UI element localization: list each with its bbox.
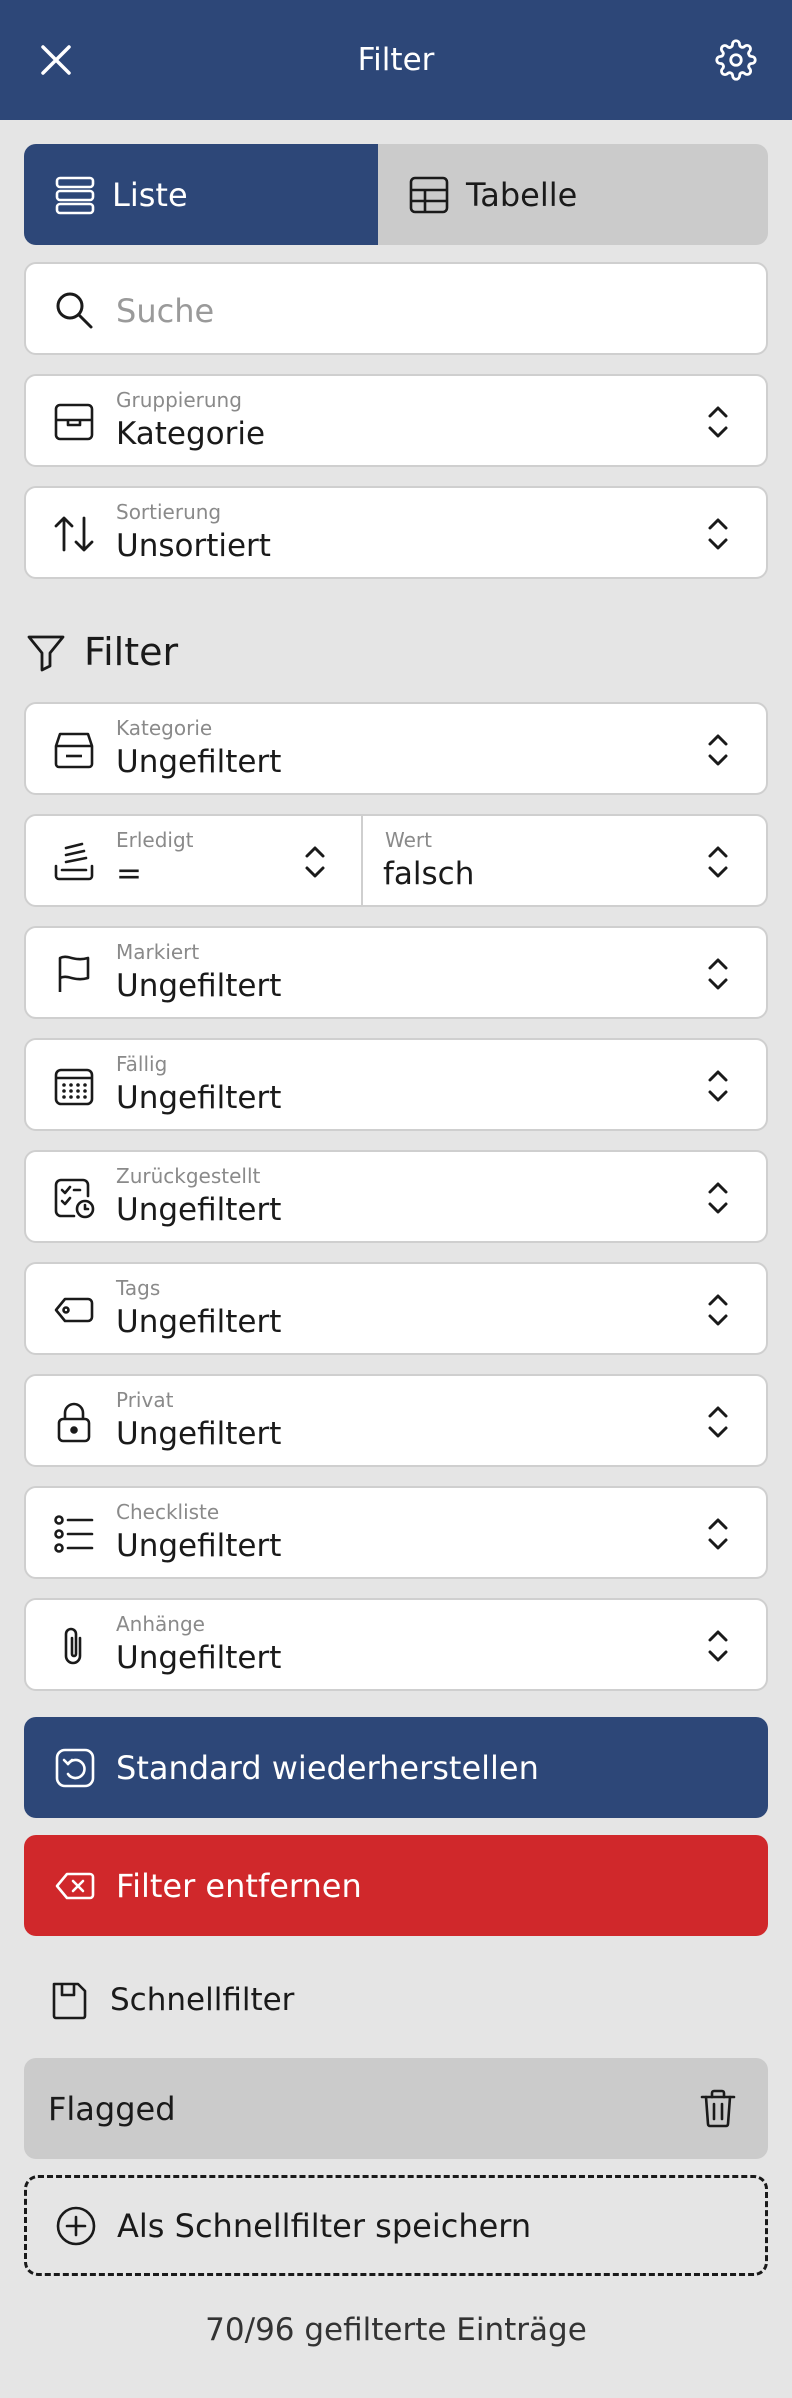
search-icon: [56, 292, 93, 329]
chevron-up-down-icon: [708, 518, 728, 550]
chevron-up-down-icon: [708, 406, 728, 438]
chevron-up-down-icon: [708, 1070, 728, 1102]
filter-tags-label: Tags: [116, 1276, 161, 1300]
chevron-up-down-icon: [708, 1630, 728, 1662]
view-toggle: Liste Tabelle: [24, 144, 768, 245]
filter-tags[interactable]: Tags Ungefiltert: [24, 1262, 768, 1355]
chevron-up-down-icon: [708, 734, 728, 766]
tray-icon: [54, 732, 94, 769]
search-input[interactable]: Suche: [24, 262, 768, 355]
checklist-clock-icon: [54, 1178, 95, 1219]
filter-due[interactable]: Fällig Ungefiltert: [24, 1038, 768, 1131]
sort-arrows-icon: [54, 516, 94, 552]
restore-icon: [55, 1748, 95, 1787]
filter-done-operator-value: =: [116, 856, 142, 892]
delete-backspace-icon: [55, 1872, 95, 1899]
chevron-up-down-icon: [708, 846, 728, 878]
grouping-select[interactable]: Gruppierung Kategorie: [24, 374, 768, 467]
grouping-label: Gruppierung: [116, 388, 242, 412]
tab-list-label: Liste: [112, 175, 188, 214]
filter-done-value-select[interactable]: Wert falsch: [363, 816, 766, 905]
funnel-icon: [27, 635, 65, 672]
filter-attachments-label: Anhänge: [116, 1612, 205, 1636]
chevron-up-down-icon: [708, 1182, 728, 1214]
table-icon: [409, 176, 449, 213]
filter-done-value: falsch: [383, 856, 475, 892]
paperclip-icon: [64, 1627, 82, 1665]
filter-done-operator[interactable]: Erledigt =: [26, 816, 363, 905]
filter-section-title: Filter: [26, 622, 178, 682]
quick-filter-item-label: Flagged: [48, 2089, 176, 2128]
filter-marked-label: Markiert: [116, 940, 200, 964]
chevron-up-down-icon: [708, 1518, 728, 1550]
chevron-up-down-icon: [305, 846, 325, 878]
filter-checklist-value: Ungefiltert: [116, 1528, 282, 1564]
filter-deferred-label: Zurückgestellt: [116, 1164, 261, 1188]
filter-attachments-value: Ungefiltert: [116, 1640, 282, 1676]
flag-icon: [58, 955, 90, 992]
sorting-select[interactable]: Sortierung Unsortiert: [24, 486, 768, 579]
archive-box-icon: [54, 403, 94, 441]
quick-filter-item[interactable]: Flagged: [24, 2058, 768, 2159]
filter-due-label: Fällig: [116, 1052, 168, 1076]
quick-filters-label: Schnellfilter: [110, 1982, 295, 2018]
tag-icon: [54, 1297, 94, 1323]
sorting-value: Unsortiert: [116, 528, 271, 564]
filter-private-label: Privat: [116, 1388, 174, 1412]
chevron-up-down-icon: [708, 1294, 728, 1326]
filter-marked[interactable]: Markiert Ungefiltert: [24, 926, 768, 1019]
quick-filters-title: Schnellfilter: [48, 1972, 294, 2028]
sorting-label: Sortierung: [116, 500, 222, 524]
filter-section-label: Filter: [84, 630, 179, 674]
filter-tags-value: Ungefiltert: [116, 1304, 282, 1340]
filter-marked-value: Ungefiltert: [116, 968, 282, 1004]
filter-done-row: Erledigt = Wert falsch: [24, 814, 768, 907]
trash-icon[interactable]: [694, 2084, 742, 2132]
restore-defaults-label: Standard wiederherstellen: [116, 1748, 539, 1787]
grouping-value: Kategorie: [116, 416, 266, 452]
filter-due-value: Ungefiltert: [116, 1080, 282, 1116]
filter-deferred-value: Ungefiltert: [116, 1192, 282, 1228]
filter-done-label: Erledigt: [116, 828, 194, 852]
filter-attachments[interactable]: Anhänge Ungefiltert: [24, 1598, 768, 1691]
save-quick-filter-button[interactable]: Als Schnellfilter speichern: [24, 2175, 768, 2276]
filter-private-value: Ungefiltert: [116, 1416, 282, 1452]
done-stack-icon: [54, 842, 94, 881]
plus-circle-icon: [56, 2206, 96, 2245]
tab-table[interactable]: Tabelle: [378, 144, 768, 245]
tab-table-label: Tabelle: [466, 175, 578, 214]
search-placeholder: Suche: [116, 291, 215, 330]
filter-checklist[interactable]: Checkliste Ungefiltert: [24, 1486, 768, 1579]
filter-category-value: Ungefiltert: [116, 744, 282, 780]
quick-filter-doc-icon: [52, 1982, 87, 2020]
chevron-up-down-icon: [708, 1406, 728, 1438]
filter-done-value-label: Wert: [385, 828, 432, 852]
nav-bar: Filter: [0, 0, 792, 120]
filter-category[interactable]: Kategorie Ungefiltert: [24, 702, 768, 795]
filter-deferred[interactable]: Zurückgestellt Ungefiltert: [24, 1150, 768, 1243]
list-icon: [55, 176, 95, 214]
tab-list[interactable]: Liste: [24, 144, 378, 245]
chevron-up-down-icon: [708, 958, 728, 990]
save-quick-filter-label: Als Schnellfilter speichern: [117, 2206, 532, 2245]
bullet-list-icon: [54, 1515, 94, 1553]
filter-category-label: Kategorie: [116, 716, 213, 740]
page-title: Filter: [357, 42, 435, 78]
calendar-icon: [54, 1068, 94, 1106]
filtered-count: 70/96 gefilterte Einträge: [205, 2312, 587, 2348]
restore-defaults-button[interactable]: Standard wiederherstellen: [24, 1717, 768, 1818]
filter-checklist-label: Checkliste: [116, 1500, 220, 1524]
filter-private[interactable]: Privat Ungefiltert: [24, 1374, 768, 1467]
remove-filter-label: Filter entfernen: [116, 1866, 362, 1905]
close-icon[interactable]: [28, 32, 84, 88]
gear-icon[interactable]: [708, 32, 764, 88]
remove-filter-button[interactable]: Filter entfernen: [24, 1835, 768, 1936]
lock-icon: [57, 1402, 91, 1443]
